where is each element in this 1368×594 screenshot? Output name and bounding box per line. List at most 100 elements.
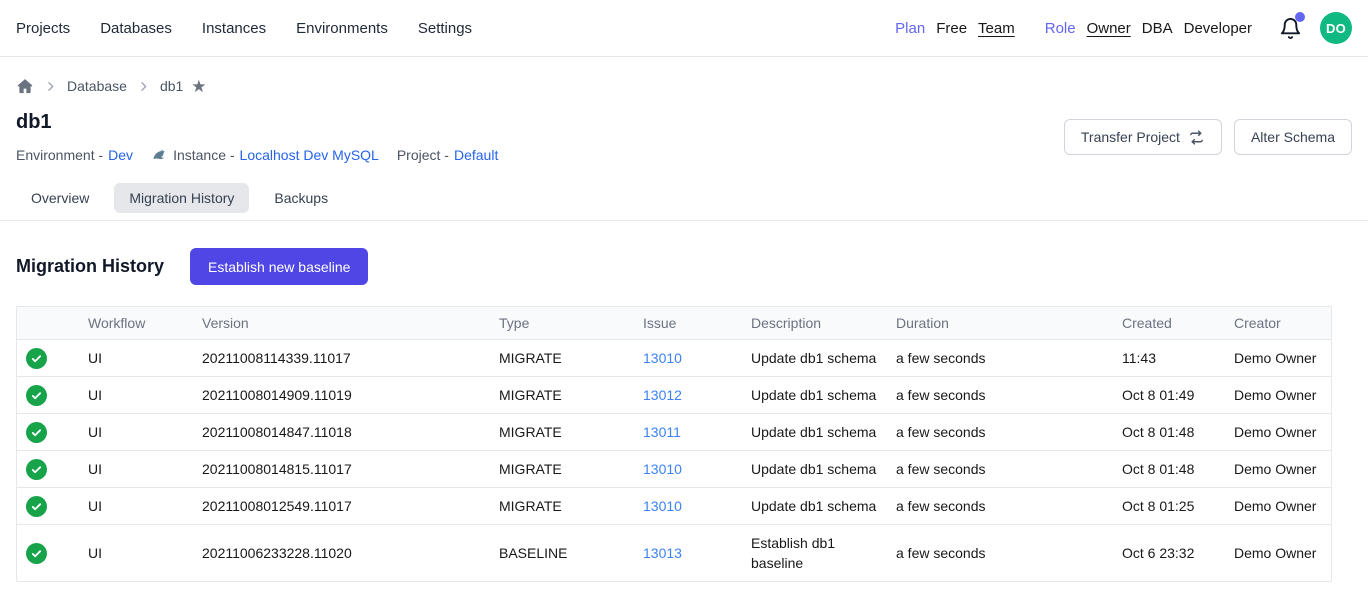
created-cell: Oct 8 01:49 <box>1122 387 1234 403</box>
plan-option-team[interactable]: Team <box>978 20 1015 37</box>
version-cell: 20211008014847.11018 <box>202 424 499 440</box>
workflow-cell: UI <box>88 498 202 514</box>
table-row[interactable]: UI 20211008014815.11017 MIGRATE 13010 Up… <box>17 450 1331 487</box>
table-row[interactable]: UI 20211008014847.11018 MIGRATE 13011 Up… <box>17 413 1331 450</box>
tab-divider <box>0 220 1368 221</box>
issue-link[interactable]: 13010 <box>643 498 682 514</box>
issue-link[interactable]: 13012 <box>643 387 682 403</box>
database-attributes: Environment - Dev Instance - Localhost D… <box>16 146 498 163</box>
page-title: db1 <box>16 111 498 134</box>
top-bar: Projects Databases Instances Environment… <box>0 0 1368 57</box>
tab-migration-history[interactable]: Migration History <box>114 183 249 213</box>
duration-cell: a few seconds <box>896 498 1122 514</box>
type-cell: MIGRATE <box>499 387 643 403</box>
role-option-dba[interactable]: DBA <box>1142 20 1173 37</box>
breadcrumb-db1[interactable]: db1 <box>160 78 183 94</box>
header-issue: Issue <box>643 315 751 331</box>
nav-item-settings[interactable]: Settings <box>418 20 472 37</box>
created-cell: Oct 8 01:48 <box>1122 461 1234 477</box>
nav-item-instances[interactable]: Instances <box>202 20 266 37</box>
description-cell: Update db1 schema <box>751 348 896 368</box>
creator-cell: Demo Owner <box>1234 387 1331 403</box>
table-row[interactable]: UI 20211008012549.11017 MIGRATE 13010 Up… <box>17 487 1331 524</box>
header-description: Description <box>751 315 896 331</box>
project-link[interactable]: Default <box>454 147 498 163</box>
issue-link[interactable]: 13010 <box>643 350 682 366</box>
created-cell: Oct 8 01:25 <box>1122 498 1234 514</box>
notification-dot <box>1295 12 1305 22</box>
role-option-owner[interactable]: Owner <box>1087 20 1131 37</box>
success-check-icon <box>26 496 47 517</box>
workflow-cell: UI <box>88 350 202 366</box>
home-icon[interactable] <box>16 77 34 95</box>
main-nav: Projects Databases Instances Environment… <box>16 20 472 37</box>
plan-label: Plan <box>895 20 925 37</box>
version-cell: 20211008114339.11017 <box>202 350 499 366</box>
tab-backups[interactable]: Backups <box>259 183 343 213</box>
status-cell <box>17 348 88 369</box>
workflow-cell: UI <box>88 387 202 403</box>
transfer-project-button[interactable]: Transfer Project <box>1064 119 1222 155</box>
section-title: Migration History <box>16 256 164 277</box>
description-cell: Update db1 schema <box>751 496 896 516</box>
issue-link[interactable]: 13013 <box>643 545 682 561</box>
version-cell: 20211008012549.11017 <box>202 498 499 514</box>
alter-schema-label: Alter Schema <box>1251 129 1335 145</box>
header-type: Type <box>499 315 643 331</box>
type-cell: MIGRATE <box>499 424 643 440</box>
issue-link[interactable]: 13011 <box>643 424 681 440</box>
plan-option-free[interactable]: Free <box>936 20 967 37</box>
main-content: Database db1 ★ db1 Environment - Dev Ins… <box>0 57 1368 582</box>
workflow-cell: UI <box>88 424 202 440</box>
created-cell: Oct 8 01:48 <box>1122 424 1234 440</box>
description-cell: Update db1 schema <box>751 385 896 405</box>
role-label: Role <box>1045 20 1076 37</box>
avatar[interactable]: DO <box>1320 12 1352 44</box>
workflow-cell: UI <box>88 545 202 561</box>
top-bar-right: Plan Free Team Role Owner DBA Developer … <box>895 12 1352 44</box>
creator-cell: Demo Owner <box>1234 424 1331 440</box>
establish-new-baseline-button[interactable]: Establish new baseline <box>190 248 368 285</box>
alter-schema-button[interactable]: Alter Schema <box>1234 119 1352 155</box>
version-cell: 20211008014815.11017 <box>202 461 499 477</box>
success-check-icon <box>26 459 47 480</box>
database-tabs: Overview Migration History Backups <box>16 183 1352 213</box>
creator-cell: Demo Owner <box>1234 545 1331 561</box>
created-cell: 11:43 <box>1122 350 1234 366</box>
nav-item-projects[interactable]: Projects <box>16 20 70 37</box>
success-check-icon <box>26 348 47 369</box>
notification-bell-button[interactable] <box>1277 15 1303 41</box>
type-cell: MIGRATE <box>499 350 643 366</box>
status-cell <box>17 496 88 517</box>
role-option-developer[interactable]: Developer <box>1184 20 1252 37</box>
duration-cell: a few seconds <box>896 387 1122 403</box>
nav-item-environments[interactable]: Environments <box>296 20 388 37</box>
breadcrumb-database[interactable]: Database <box>67 78 127 94</box>
table-header-row: Workflow Version Type Issue Description … <box>17 307 1331 339</box>
success-check-icon <box>26 385 47 406</box>
migration-history-section-header: Migration History Establish new baseline <box>16 248 1352 285</box>
description-cell: Update db1 schema <box>751 459 896 479</box>
table-row[interactable]: UI 20211008114339.11017 MIGRATE 13010 Up… <box>17 339 1331 376</box>
header-version: Version <box>202 315 499 331</box>
tab-overview[interactable]: Overview <box>16 183 104 213</box>
page-header-left: db1 Environment - Dev Instance - Localho… <box>16 111 498 163</box>
version-cell: 20211006233228.11020 <box>202 545 499 561</box>
description-cell: Update db1 schema <box>751 422 896 442</box>
duration-cell: a few seconds <box>896 461 1122 477</box>
table-row[interactable]: UI 20211006233228.11020 BASELINE 13013 E… <box>17 524 1331 581</box>
success-check-icon <box>26 543 47 564</box>
favorite-star-icon[interactable]: ★ <box>191 78 206 95</box>
environment-link[interactable]: Dev <box>108 147 133 163</box>
version-cell: 20211008014909.11019 <box>202 387 499 403</box>
nav-item-databases[interactable]: Databases <box>100 20 172 37</box>
table-row[interactable]: UI 20211008014909.11019 MIGRATE 13012 Up… <box>17 376 1331 413</box>
instance-link[interactable]: Localhost Dev MySQL <box>240 147 379 163</box>
header-workflow: Workflow <box>88 315 202 331</box>
environment-label: Environment - <box>16 147 103 163</box>
duration-cell: a few seconds <box>896 350 1122 366</box>
creator-cell: Demo Owner <box>1234 461 1331 477</box>
instance-label: Instance - <box>173 147 234 163</box>
issue-link[interactable]: 13010 <box>643 461 682 477</box>
header-duration: Duration <box>896 315 1122 331</box>
